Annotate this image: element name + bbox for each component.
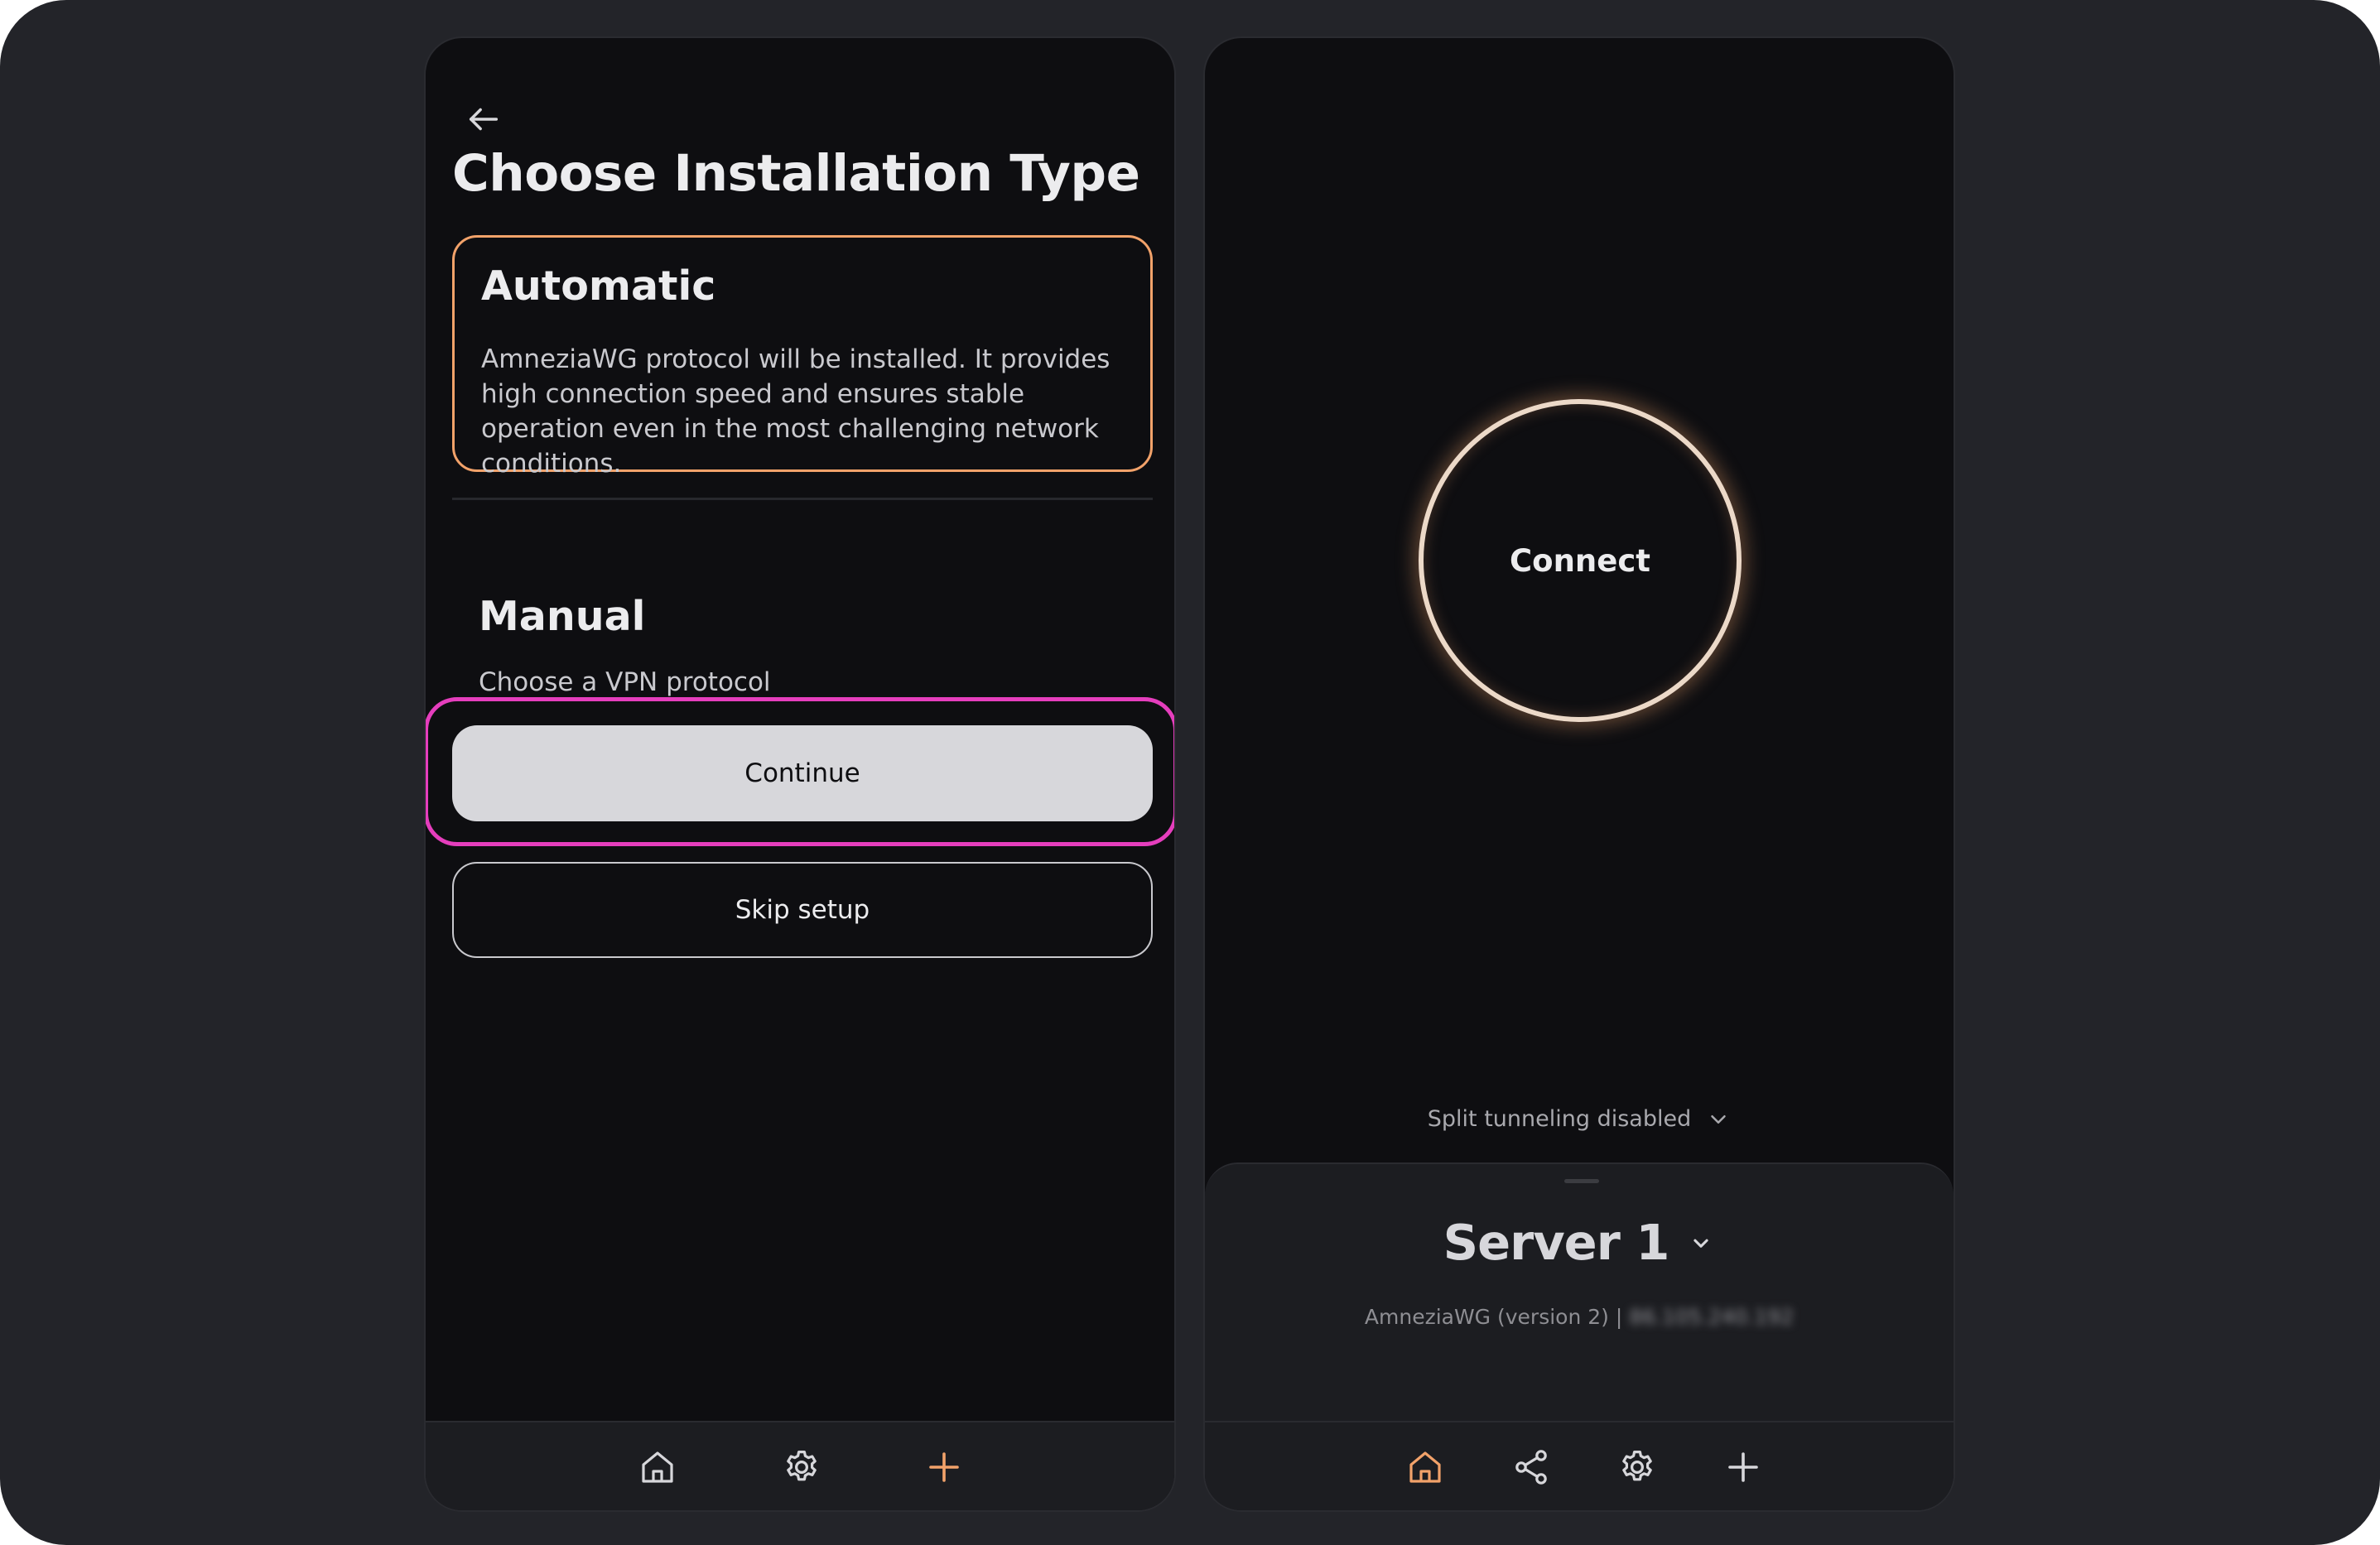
tab-share[interactable] xyxy=(1506,1442,1556,1492)
manual-option-description: Choose a VPN protocol xyxy=(479,667,771,697)
tab-settings[interactable] xyxy=(777,1442,826,1492)
home-icon xyxy=(642,1451,673,1483)
split-tunneling-label: Split tunneling disabled xyxy=(1427,1106,1692,1132)
share-icon xyxy=(1515,1450,1547,1485)
continue-button[interactable]: Continue xyxy=(452,725,1153,821)
settings-icon xyxy=(1622,1451,1652,1481)
automatic-option-title: Automatic xyxy=(481,262,716,310)
arrow-left-icon xyxy=(469,108,499,131)
server-info: AmneziaWG (version 2) | 86.105.240.192 xyxy=(1205,1305,1954,1329)
page-title: Choose Installation Type xyxy=(452,144,1140,203)
settings-icon xyxy=(787,1451,817,1481)
tab-home[interactable] xyxy=(1400,1442,1450,1492)
tab-settings[interactable] xyxy=(1612,1442,1662,1492)
app-frame: Choose Installation Type Automatic Amnez… xyxy=(0,0,2380,1545)
tab-add[interactable] xyxy=(919,1442,969,1492)
server-selector[interactable]: Server 1 xyxy=(1205,1214,1954,1271)
chevron-down-icon xyxy=(1711,1114,1726,1124)
skip-setup-button[interactable]: Skip setup xyxy=(452,862,1153,958)
tab-home[interactable] xyxy=(633,1442,682,1492)
connect-button[interactable]: Connect xyxy=(1419,399,1742,722)
divider xyxy=(452,498,1153,500)
connect-label: Connect xyxy=(1510,542,1650,579)
drawer-handle[interactable] xyxy=(1564,1179,1599,1183)
home-screen: Connect Split tunneling disabled Server … xyxy=(1203,36,1955,1512)
tab-add[interactable] xyxy=(1718,1442,1768,1492)
server-name: Server 1 xyxy=(1443,1214,1670,1271)
server-protocol: AmneziaWG (version 2) | xyxy=(1364,1305,1623,1329)
manual-option-title: Manual xyxy=(479,593,646,640)
bottom-tab-bar xyxy=(426,1421,1174,1510)
home-icon xyxy=(1409,1451,1441,1483)
automatic-option-card[interactable]: Automatic AmneziaWG protocol will be ins… xyxy=(452,235,1153,479)
split-tunneling-toggle[interactable]: Split tunneling disabled xyxy=(1205,1106,1954,1132)
bottom-tab-bar xyxy=(1205,1421,1954,1510)
chevron-down-icon xyxy=(1693,1239,1709,1248)
installation-type-screen: Choose Installation Type Automatic Amnez… xyxy=(424,36,1176,1512)
back-button[interactable] xyxy=(450,86,517,152)
automatic-option-description: AmneziaWG protocol will be installed. It… xyxy=(481,344,1111,479)
add-icon xyxy=(1728,1452,1758,1482)
server-ip-blurred: 86.105.240.192 xyxy=(1629,1305,1795,1329)
add-icon xyxy=(929,1452,959,1482)
